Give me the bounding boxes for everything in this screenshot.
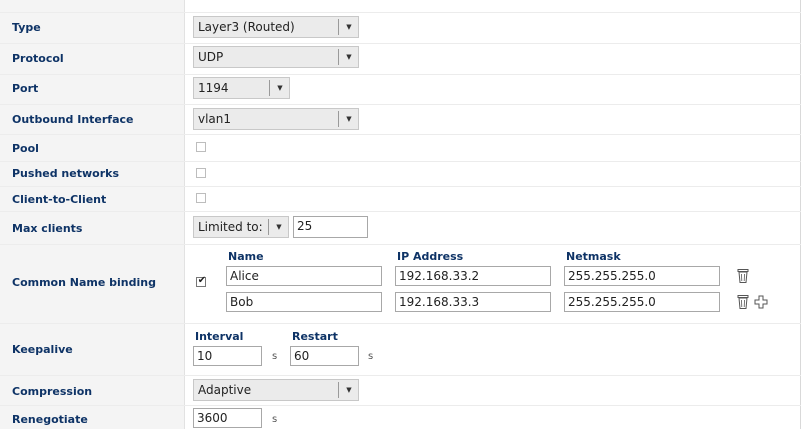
pool-label: Pool [12, 142, 39, 155]
common-name-binding-checkbox[interactable]: ✔ [196, 275, 207, 287]
chevron-down-icon: ▼ [346, 53, 352, 61]
type-value: Layer3 (Routed) [198, 20, 295, 34]
chevron-down-icon: ▼ [346, 386, 352, 394]
pool-checkbox[interactable] [196, 142, 206, 152]
renegotiate-unit: s [272, 414, 278, 425]
compression-value: Adaptive [198, 383, 252, 397]
common-name-binding-label: Common Name binding [12, 276, 156, 289]
max-clients-input[interactable]: 25 [293, 216, 368, 238]
keepalive-label: Keepalive [12, 343, 73, 356]
renegotiate-label: Renegotiate [12, 413, 88, 426]
type-select[interactable]: Layer3 (Routed) ▼ [193, 16, 359, 38]
trash-icon[interactable] [736, 268, 750, 284]
type-label: Type [12, 21, 41, 34]
max-clients-mode-value: Limited to: [198, 220, 263, 234]
binding-name-input[interactable]: Bob [226, 292, 382, 312]
outbound-interface-value: vlan1 [198, 112, 232, 126]
pushed-networks-checkbox[interactable] [196, 168, 206, 178]
max-clients-label: Max clients [12, 222, 83, 235]
pushed-networks-label: Pushed networks [12, 167, 119, 180]
binding-ip-input[interactable]: 192.168.33.3 [395, 292, 551, 312]
interval-header: Interval [195, 330, 244, 343]
port-select[interactable]: 1194 ▼ [193, 77, 290, 99]
ip-address-column-header: IP Address [397, 250, 464, 263]
compression-label: Compression [12, 385, 93, 398]
restart-unit: s [368, 351, 374, 362]
chevron-down-icon: ▼ [346, 23, 352, 31]
trash-icon[interactable] [736, 294, 750, 310]
binding-name-input[interactable]: Alice [226, 266, 382, 286]
interval-input[interactable]: 10 [193, 346, 262, 366]
binding-ip-input[interactable]: 192.168.33.2 [395, 266, 551, 286]
binding-netmask-input[interactable]: 255.255.255.0 [564, 292, 720, 312]
max-clients-mode-select[interactable]: Limited to: ▼ [193, 216, 289, 238]
chevron-down-icon: ▼ [346, 115, 352, 123]
restart-input[interactable]: 60 [290, 346, 359, 366]
netmask-column-header: Netmask [566, 250, 621, 263]
protocol-label: Protocol [12, 52, 64, 65]
name-column-header: Name [228, 250, 264, 263]
port-value: 1194 [198, 81, 229, 95]
port-label: Port [12, 82, 39, 95]
renegotiate-input[interactable]: 3600 [193, 408, 262, 428]
client-to-client-checkbox[interactable] [196, 193, 206, 203]
checkmark-icon: ✔ [197, 275, 207, 286]
interval-unit: s [272, 351, 278, 362]
restart-header: Restart [292, 330, 338, 343]
outbound-interface-select[interactable]: vlan1 ▼ [193, 108, 359, 130]
chevron-down-icon: ▼ [277, 84, 283, 92]
client-to-client-label: Client-to-Client [12, 193, 107, 206]
protocol-value: UDP [198, 50, 224, 64]
outbound-interface-label: Outbound Interface [12, 113, 134, 126]
protocol-select[interactable]: UDP ▼ [193, 46, 359, 68]
plus-icon[interactable] [754, 294, 768, 310]
chevron-down-icon: ▼ [276, 223, 282, 231]
binding-netmask-input[interactable]: 255.255.255.0 [564, 266, 720, 286]
compression-select[interactable]: Adaptive ▼ [193, 379, 359, 401]
